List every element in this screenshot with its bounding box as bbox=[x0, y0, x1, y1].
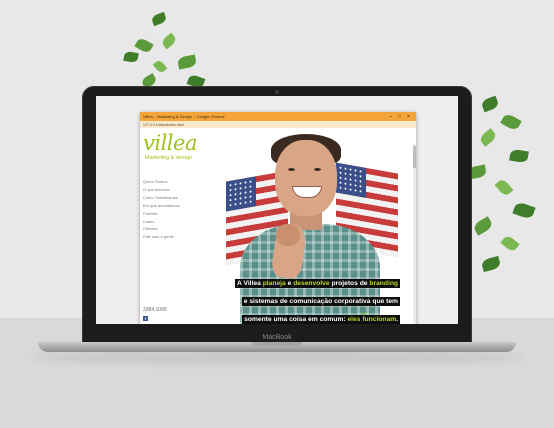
laptop-notch bbox=[252, 342, 302, 346]
tagline-line-3: somente uma coisa em comum: eles funcion… bbox=[242, 315, 400, 324]
nav-item-cases[interactable]: Cases bbox=[143, 218, 180, 226]
scrollbar-thumb[interactable] bbox=[413, 146, 416, 168]
close-button[interactable]: × bbox=[404, 114, 413, 120]
nav-item-clientes[interactable]: Clientes bbox=[143, 225, 180, 233]
nav-item-portfolio[interactable]: Portfólio bbox=[143, 210, 180, 218]
logo-sub-text: Marketing & design bbox=[145, 155, 193, 161]
hero-tagline: A Villea planeja e desenvolve projetos d… bbox=[200, 272, 400, 324]
laptop-base bbox=[38, 342, 516, 352]
laptop-screen: Villea – Marketing & Design – Google Chr… bbox=[96, 96, 458, 324]
plant-left-decoration bbox=[118, 10, 208, 94]
tagline-line-2: e sistemas de comunicação corporativa qu… bbox=[241, 297, 400, 306]
tagline-line-1: A Villea planeja e desenvolve projetos d… bbox=[235, 279, 400, 288]
nav-item-em-que-acreditamos[interactable]: Em que acreditamos bbox=[143, 202, 180, 210]
phone-number: 3384.1090 bbox=[143, 307, 167, 313]
laptop-lid: Villea – Marketing & Design – Google Chr… bbox=[82, 86, 472, 344]
nav-item-como-trabalhamos[interactable]: Como Trabalhamos bbox=[143, 194, 180, 202]
site-logo[interactable]: villea Marketing & design bbox=[143, 131, 197, 162]
web-page: villea Marketing & design Quem Somos O q… bbox=[140, 128, 416, 324]
hero-eye-left bbox=[288, 168, 295, 171]
laptop-shadow bbox=[30, 350, 524, 364]
page-scrollbar[interactable] bbox=[413, 144, 416, 324]
nav-item-quem-somos[interactable]: Quem Somos bbox=[143, 178, 180, 186]
facebook-icon[interactable]: f bbox=[143, 316, 148, 321]
nav-item-o-que-fazemos[interactable]: O que fazemos bbox=[143, 186, 180, 194]
hero-eye-right bbox=[314, 168, 321, 171]
minimize-button[interactable]: – bbox=[386, 114, 395, 120]
window-title: Villea – Marketing & Design – Google Chr… bbox=[143, 114, 225, 119]
address-url: 127.0.0.1/villea/index.html bbox=[143, 122, 184, 127]
nav-item-fale-com-a-gente[interactable]: Fale com a gente bbox=[143, 233, 180, 241]
hero-pointing-hand bbox=[276, 224, 300, 246]
logo-main-text: villea bbox=[143, 131, 197, 155]
address-bar[interactable]: 127.0.0.1/villea/index.html bbox=[140, 121, 416, 128]
maximize-button[interactable]: □ bbox=[395, 114, 404, 120]
camera-icon bbox=[275, 90, 279, 94]
browser-titlebar[interactable]: Villea – Marketing & Design – Google Chr… bbox=[140, 112, 416, 121]
hero-person-face bbox=[275, 140, 337, 216]
macbook-label: MacBook bbox=[262, 334, 292, 341]
browser-window: Villea – Marketing & Design – Google Chr… bbox=[140, 112, 416, 324]
site-nav-menu: Quem Somos O que fazemos Como Trabalhamo… bbox=[143, 178, 180, 241]
